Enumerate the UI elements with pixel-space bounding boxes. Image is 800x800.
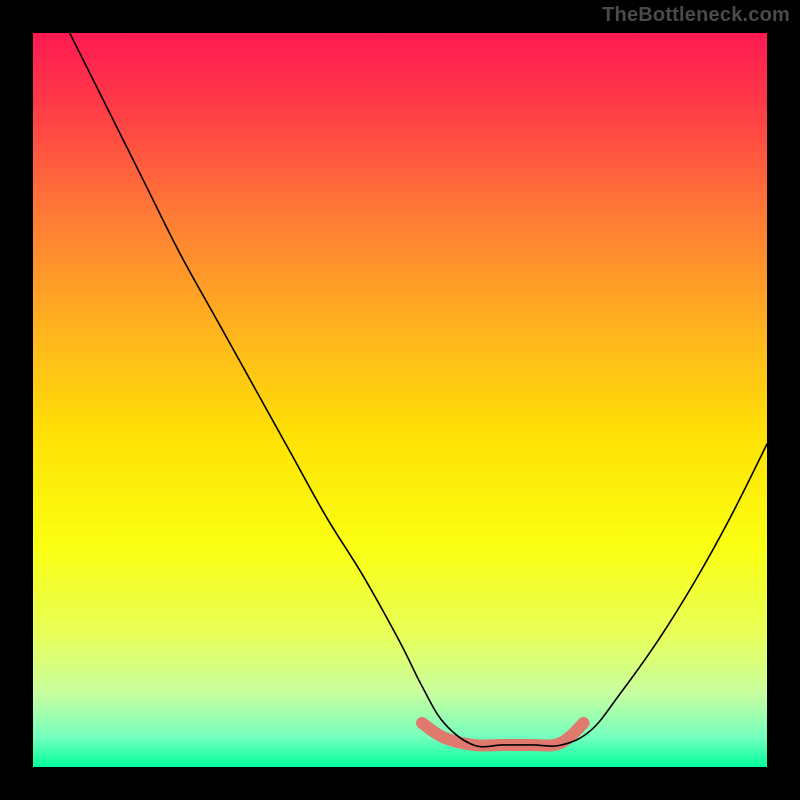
- watermark-text: TheBottleneck.com: [602, 4, 790, 27]
- chart-frame: { "watermark": "TheBottleneck.com", "cha…: [0, 0, 800, 800]
- bottleneck-chart: [0, 0, 800, 800]
- plot-background: [33, 33, 767, 767]
